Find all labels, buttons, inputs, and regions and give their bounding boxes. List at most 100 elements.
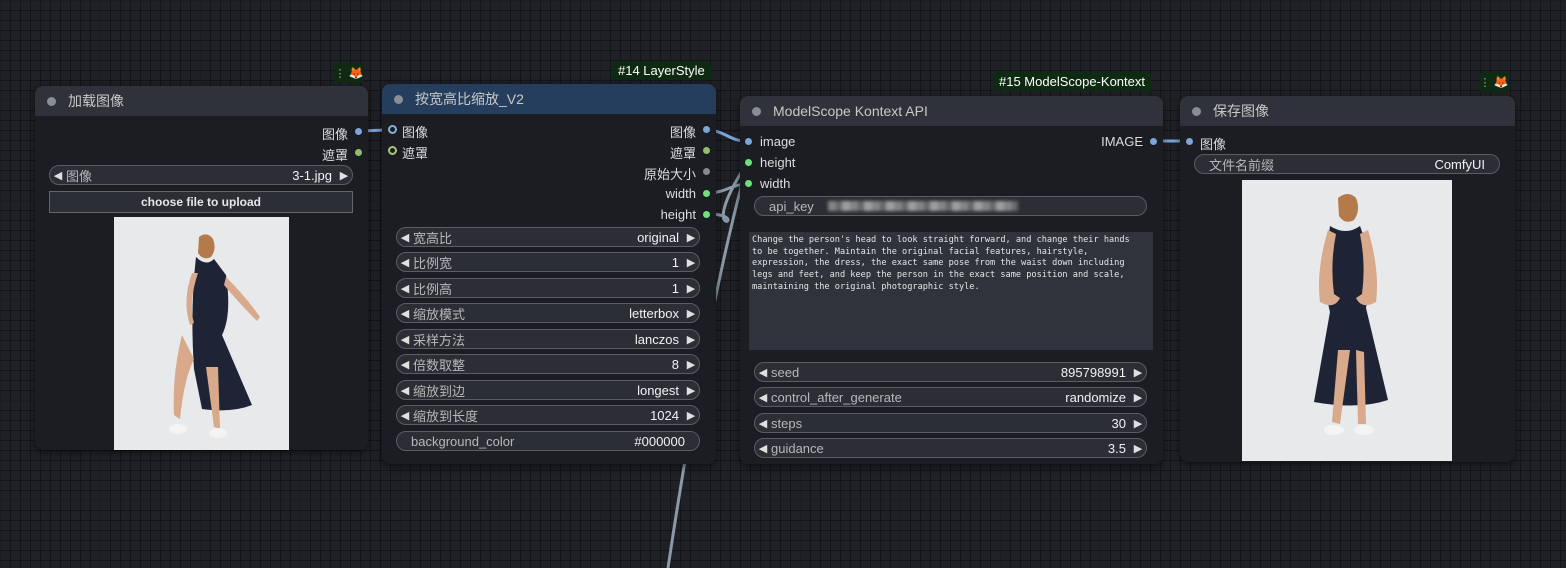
widget-steps[interactable]: ◀ steps 30 ▶ [754, 413, 1147, 433]
arrow-right-icon[interactable]: ▶ [683, 307, 699, 320]
output-label-mask: 遮罩 [669, 146, 696, 161]
kontext-header[interactable]: ModelScope Kontext API [740, 96, 1163, 126]
collapse-dot-icon[interactable] [394, 94, 403, 104]
widget-value: longest [637, 382, 679, 398]
arrow-left-icon[interactable]: ◀ [755, 391, 771, 404]
output-slot-mask[interactable] [355, 149, 362, 156]
widget-label: background_color [411, 433, 515, 449]
load-image-node[interactable]: 加载图像 图像 遮罩 ◀ 图像 3-1.jpg ▶ choose file to… [35, 86, 368, 450]
widget-label: 缩放模式 [413, 306, 466, 322]
widget-seed[interactable]: ◀ seed 895798991 ▶ [754, 362, 1147, 382]
widget-control-after-generate[interactable]: ◀ control_after_generate randomize ▶ [754, 387, 1147, 407]
output-slot-width[interactable] [703, 190, 710, 197]
widget-value: 3-1.jpg [292, 167, 332, 183]
arrow-left-icon[interactable]: ◀ [397, 358, 413, 371]
widget-value: 30 [1111, 415, 1126, 431]
input-label-image: 图像 [402, 125, 429, 140]
input-slot-width[interactable] [745, 180, 752, 187]
widget-label: 缩放到边 [413, 383, 466, 399]
arrow-left-icon[interactable]: ◀ [397, 231, 413, 244]
resize-header[interactable]: 按宽高比缩放_V2 [382, 84, 716, 114]
arrow-left-icon[interactable]: ◀ [397, 282, 413, 295]
arrow-right-icon[interactable]: ▶ [683, 384, 699, 397]
arrow-right-icon[interactable]: ▶ [1130, 442, 1146, 455]
save-image-header[interactable]: 保存图像 [1180, 96, 1515, 126]
widget-sampling-method[interactable]: ◀ 采样方法 lanczos ▶ [396, 329, 700, 349]
input-label-height: height [760, 155, 796, 170]
resize-node-badge: #14 LayerStyle [612, 61, 711, 80]
image-select-widget[interactable]: ◀ 图像 3-1.jpg ▶ [49, 165, 353, 185]
output-slot-image[interactable] [1150, 138, 1157, 145]
arrow-left-icon[interactable]: ◀ [50, 169, 66, 182]
widget-scale-to-side[interactable]: ◀ 缩放到边 longest ▶ [396, 380, 700, 400]
arrow-left-icon[interactable]: ◀ [755, 417, 771, 430]
output-slot-image[interactable] [703, 126, 710, 133]
arrow-right-icon[interactable]: ▶ [1130, 417, 1146, 430]
widget-scale-mode[interactable]: ◀ 缩放模式 letterbox ▶ [396, 303, 700, 323]
widget-round-multiple[interactable]: ◀ 倍数取整 8 ▶ [396, 354, 700, 374]
arrow-right-icon[interactable]: ▶ [683, 282, 699, 295]
widget-ratio-width[interactable]: ◀ 比例宽 1 ▶ [396, 252, 700, 272]
widget-ratio-height[interactable]: ◀ 比例高 1 ▶ [396, 278, 700, 298]
output-image [1242, 180, 1452, 461]
widget-label: 比例高 [413, 281, 453, 297]
arrow-right-icon[interactable]: ▶ [683, 256, 699, 269]
arrow-left-icon[interactable]: ◀ [397, 384, 413, 397]
arrow-right-icon[interactable]: ▶ [683, 333, 699, 346]
widget-label: 图像 [66, 168, 93, 184]
collapse-dot-icon[interactable] [1192, 106, 1201, 116]
input-slot-height[interactable] [745, 159, 752, 166]
resize-node[interactable]: 按宽高比缩放_V2 图像 遮罩 图像 遮罩 原始大小 width height … [382, 84, 716, 464]
widget-filename-prefix[interactable]: 文件名前缀 ComfyUI [1194, 154, 1500, 174]
arrow-left-icon[interactable]: ◀ [397, 333, 413, 346]
widget-scale-to-length[interactable]: ◀ 缩放到长度 1024 ▶ [396, 405, 700, 425]
widget-guidance[interactable]: ◀ guidance 3.5 ▶ [754, 438, 1147, 458]
output-slot-mask[interactable] [703, 147, 710, 154]
widget-value: #000000 [634, 433, 685, 449]
output-slot-height[interactable] [703, 211, 710, 218]
load-image-header[interactable]: 加载图像 [35, 86, 368, 116]
arrow-right-icon[interactable]: ▶ [683, 358, 699, 371]
input-label-mask: 遮罩 [402, 146, 429, 161]
widget-label: control_after_generate [771, 389, 902, 405]
widget-value: randomize [1065, 389, 1126, 405]
arrow-right-icon[interactable]: ▶ [1130, 366, 1146, 379]
widget-value: 1024 [650, 407, 679, 423]
api-key-field[interactable]: api_key [754, 196, 1147, 216]
output-label-image: IMAGE [1101, 134, 1143, 149]
widget-background-color[interactable]: background_color #000000 [396, 431, 700, 451]
save-image-node[interactable]: 保存图像 图像 文件名前缀 ComfyUI [1180, 96, 1515, 462]
arrow-left-icon[interactable]: ◀ [397, 409, 413, 422]
arrow-left-icon[interactable]: ◀ [755, 442, 771, 455]
widget-label: guidance [771, 440, 824, 456]
output-slot-image[interactable] [355, 128, 362, 135]
widget-label: 采样方法 [413, 332, 466, 348]
arrow-right-icon[interactable]: ▶ [336, 169, 352, 182]
redacted-api-key [827, 201, 1018, 211]
widget-aspect-ratio[interactable]: ◀ 宽高比 original ▶ [396, 227, 700, 247]
fox-icon: 🦊 [348, 66, 364, 80]
widget-label: steps [771, 415, 803, 431]
collapse-dot-icon[interactable] [47, 96, 56, 106]
input-slot-image[interactable] [745, 138, 752, 145]
arrow-left-icon[interactable]: ◀ [397, 256, 413, 269]
widget-label: 文件名前缀 [1209, 157, 1275, 173]
collapse-dot-icon[interactable] [752, 106, 761, 116]
save-image-badge: ⋮ 🦊 [1479, 72, 1509, 92]
prompt-textarea[interactable]: Change the person's head to look straigh… [749, 232, 1153, 350]
input-slot-image[interactable] [388, 125, 397, 134]
output-slot-original-size[interactable] [703, 168, 710, 175]
widget-value: lanczos [634, 331, 679, 347]
output-label-original-size: 原始大小 [643, 167, 696, 182]
arrow-left-icon[interactable]: ◀ [397, 307, 413, 320]
arrow-right-icon[interactable]: ▶ [683, 409, 699, 422]
arrow-right-icon[interactable]: ▶ [1130, 391, 1146, 404]
node-title: ModelScope Kontext API [773, 103, 928, 119]
input-slot-mask[interactable] [388, 146, 397, 155]
widget-label: 倍数取整 [413, 357, 466, 373]
arrow-right-icon[interactable]: ▶ [683, 231, 699, 244]
kontext-node[interactable]: ModelScope Kontext API image height widt… [740, 96, 1163, 464]
input-slot-image[interactable] [1186, 138, 1193, 145]
arrow-left-icon[interactable]: ◀ [755, 366, 771, 379]
upload-button[interactable]: choose file to upload [49, 191, 353, 213]
